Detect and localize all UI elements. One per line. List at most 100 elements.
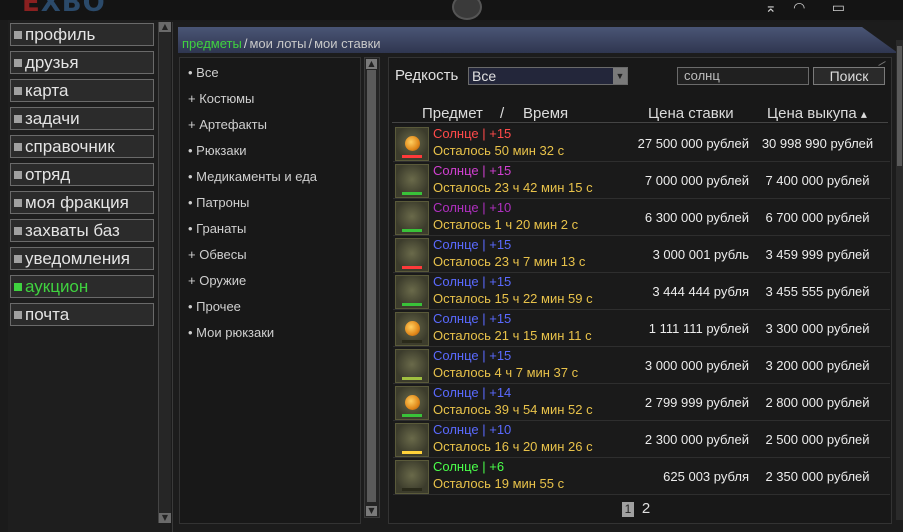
artifact-icon xyxy=(395,386,429,420)
buyout-price: 7 400 000 рублей xyxy=(765,173,870,188)
time-remaining: Осталось 15 ч 22 мин 59 с xyxy=(433,291,593,306)
table-row[interactable]: Солнце | +10 Осталось 1 ч 20 мин 2 с 6 300… xyxy=(393,199,890,236)
bullet-icon xyxy=(14,59,22,67)
category-item[interactable]: • Все xyxy=(188,65,219,80)
right-scrollbar[interactable] xyxy=(896,40,903,520)
artifact-icon xyxy=(395,349,429,383)
sidebar-item-7[interactable]: захваты баз xyxy=(10,219,154,242)
buyout-price: 3 455 555 рублей xyxy=(765,284,870,299)
durability-bar xyxy=(402,229,422,232)
page-2[interactable]: 2 xyxy=(640,501,652,516)
column-header-bid[interactable]: Цена ставки xyxy=(648,105,734,122)
table-row[interactable]: Солнце | +10 Осталось 16 ч 20 мин 26 с 2 3… xyxy=(393,421,890,458)
buyout-price: 3 200 000 рублей xyxy=(765,358,870,373)
time-remaining: Осталось 21 ч 15 мин 11 с xyxy=(433,328,592,343)
sidebar-item-5[interactable]: отряд xyxy=(10,163,154,186)
category-item[interactable]: + Артефакты xyxy=(188,117,267,132)
item-name: Солнце | +15 xyxy=(433,163,512,178)
rarity-value: Все xyxy=(472,68,497,84)
table-row[interactable]: Солнце | +15 Осталось 15 ч 22 мин 59 с 3 4… xyxy=(393,273,890,310)
artifact-icon xyxy=(395,312,429,346)
tab-items[interactable]: предметы xyxy=(182,36,242,51)
buyout-header-label: Цена выкупа xyxy=(767,105,857,122)
sidebar-item-10[interactable]: почта xyxy=(10,303,154,326)
table-row[interactable]: Солнце | +15 Осталось 23 ч 7 мин 13 с 3 00… xyxy=(393,236,890,273)
time-remaining: Осталось 39 ч 54 мин 52 с xyxy=(433,402,593,417)
table-row[interactable]: Солнце | +6 Осталось 19 мин 55 с 625 003 р… xyxy=(393,458,890,495)
buyout-price: 2 350 000 рублей xyxy=(765,469,870,484)
category-item[interactable]: • Мои рюкзаки xyxy=(188,325,274,340)
bullet-icon xyxy=(14,171,22,179)
scroll-down-icon[interactable]: ▼ xyxy=(159,513,171,523)
item-name: Солнце | +15 xyxy=(433,126,512,141)
column-header-item[interactable]: Предмет xyxy=(422,105,483,122)
search-button[interactable]: Поиск xyxy=(813,67,885,85)
sidebar-item-3[interactable]: задачи xyxy=(10,107,154,130)
scroll-up-icon[interactable]: ▲ xyxy=(366,59,377,69)
battery-icon: ▭ xyxy=(831,0,845,16)
bullet-icon xyxy=(14,115,22,123)
category-item[interactable]: • Рюкзаки xyxy=(188,143,247,158)
category-item[interactable]: • Прочее xyxy=(188,299,241,314)
column-header-time[interactable]: Время xyxy=(523,105,568,122)
table-row[interactable]: Солнце | +15 Осталось 4 ч 7 мин 37 с 3 000… xyxy=(393,347,890,384)
sidebar-item-0[interactable]: профиль xyxy=(10,23,154,46)
bid-price: 3 000 000 рублей xyxy=(644,358,749,373)
tabs: предметы / мои лоты / мои ставки xyxy=(182,36,381,51)
category-item[interactable]: • Патроны xyxy=(188,195,249,210)
category-item[interactable]: • Гранаты xyxy=(188,221,246,236)
sidebar-scrollbar[interactable]: ▲ ▼ xyxy=(158,22,171,523)
artifact-icon xyxy=(395,164,429,198)
item-name: Солнце | +15 xyxy=(433,237,512,252)
scroll-up-icon[interactable]: ▲ xyxy=(159,22,171,32)
durability-bar xyxy=(402,303,422,306)
bullet-icon xyxy=(14,143,22,151)
sidebar-item-1[interactable]: друзья xyxy=(10,51,154,74)
sidebar-item-4[interactable]: справочник xyxy=(10,135,154,158)
rarity-select[interactable]: Все ▼ xyxy=(468,67,628,85)
durability-bar xyxy=(402,451,422,454)
scroll-thumb[interactable] xyxy=(367,70,376,502)
sidebar-item-8[interactable]: уведомления xyxy=(10,247,154,270)
category-item[interactable]: + Костюмы xyxy=(188,91,254,106)
table-row[interactable]: Солнце | +15 Осталось 23 ч 42 мин 15 с 7 0… xyxy=(393,162,890,199)
sidebar-item-label: карта xyxy=(25,81,69,100)
artifact-icon xyxy=(395,275,429,309)
item-name: Солнце | +15 xyxy=(433,348,512,363)
bid-price: 2 799 999 рублей xyxy=(644,395,749,410)
category-item[interactable]: + Оружие xyxy=(188,273,246,288)
sidebar-item-6[interactable]: моя фракция xyxy=(10,191,154,214)
sidebar-item-label: захваты баз xyxy=(25,221,120,240)
bid-price: 625 003 рубля xyxy=(663,469,749,484)
item-name: Солнце | +10 xyxy=(433,422,512,437)
scroll-thumb[interactable] xyxy=(897,46,902,166)
category-item[interactable]: • Медикаменты и еда xyxy=(188,169,317,184)
sidebar-item-9[interactable]: аукцион xyxy=(10,275,154,298)
item-name: Солнце | +15 xyxy=(433,274,512,289)
sidebar-item-label: уведомления xyxy=(25,249,130,268)
time-remaining: Осталось 1 ч 20 мин 2 с xyxy=(433,217,579,232)
scroll-down-icon[interactable]: ▼ xyxy=(366,506,377,516)
sun-orb-icon xyxy=(405,136,420,151)
sidebar-item-2[interactable]: карта xyxy=(10,79,154,102)
sidebar-item-label: справочник xyxy=(25,137,115,156)
table-row[interactable]: Солнце | +14 Осталось 39 ч 54 мин 52 с 2 7… xyxy=(393,384,890,421)
category-scrollbar[interactable]: ▲ ▼ xyxy=(364,57,380,518)
column-header-buyout[interactable]: Цена выкупа ▴ xyxy=(767,105,867,122)
category-item[interactable]: + Обвесы xyxy=(188,247,247,262)
column-header-slash: / xyxy=(500,105,505,122)
tab-my-bids[interactable]: мои ставки xyxy=(314,36,380,51)
chevron-down-icon[interactable]: ▼ xyxy=(613,68,627,84)
table-row[interactable]: Солнце | +15 Осталось 50 мин 32 с 27 500 0… xyxy=(393,125,890,162)
wifi-icon: ◠ xyxy=(793,0,806,16)
search-input[interactable]: солнц xyxy=(677,67,809,85)
durability-bar xyxy=(402,155,422,158)
artifact-icon xyxy=(395,423,429,457)
page-1[interactable]: 1 xyxy=(622,502,634,517)
bullet-icon xyxy=(14,199,22,207)
durability-bar xyxy=(402,192,422,195)
item-name: Солнце | +6 xyxy=(433,459,505,474)
table-row[interactable]: Солнце | +15 Осталось 21 ч 15 мин 11 с 1 1… xyxy=(393,310,890,347)
tab-my-lots[interactable]: мои лоты xyxy=(249,36,306,51)
artifact-icon xyxy=(395,127,429,161)
